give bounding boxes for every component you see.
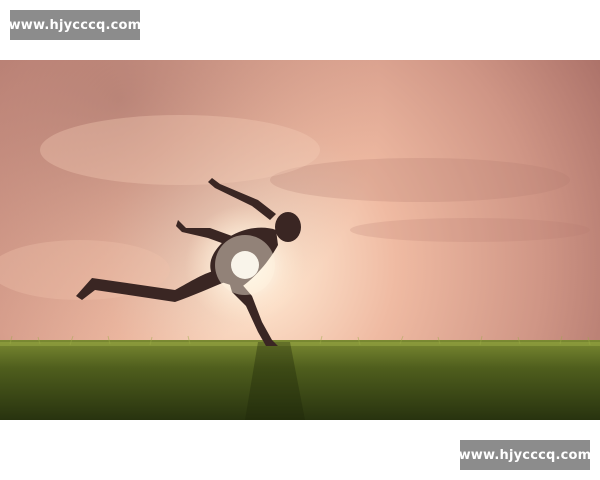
photo-illustration bbox=[0, 60, 600, 420]
watermark-top: www.hjycccq.com bbox=[8, 10, 142, 40]
watermark-bottom-text: www.hjycccq.com bbox=[458, 447, 592, 463]
watermark-top-text: www.hjycccq.com bbox=[8, 17, 142, 33]
sunset-runner-photo bbox=[0, 60, 600, 420]
watermark-bottom: www.hjycccq.com bbox=[458, 440, 592, 470]
